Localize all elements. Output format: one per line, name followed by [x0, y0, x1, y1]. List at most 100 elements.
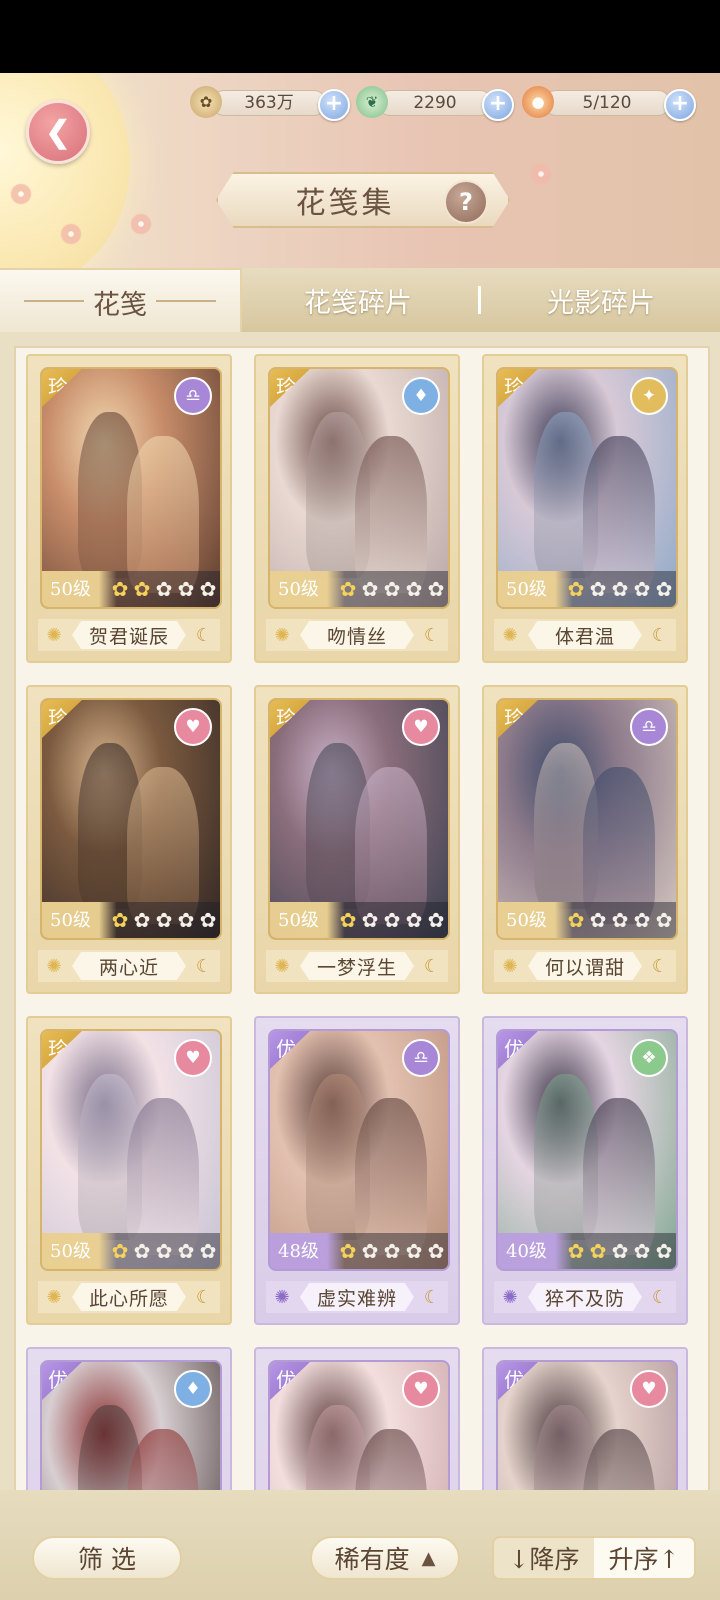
star-empty-icon: ✿	[383, 908, 401, 932]
back-button[interactable]: ❮	[26, 100, 90, 164]
card-grid: 珍 ♎ 50级 ✿ ✿ ✿ ✿ ✿ ✺ 贺君诞辰 ☾ 珍 ♦ 50级 ✿ ✿ ✿ ✿ ✿ ✺ 吻…	[14, 346, 710, 1494]
add-jade-button[interactable]: +	[482, 89, 514, 121]
card-item[interactable]: 珍 ♥ 50级 ✿ ✿ ✿ ✿ ✿ ✺ 此心所愿 ☾	[26, 1016, 232, 1325]
figure-silhouette	[355, 1428, 427, 1494]
card-level: 50级	[506, 910, 547, 931]
attribute-badge-icon: ♎	[630, 708, 668, 746]
rarity-tag: 优	[498, 1362, 538, 1400]
star-empty-icon: ✿	[427, 577, 445, 601]
star-empty-icon: ✿	[427, 1239, 445, 1263]
attribute-badge-icon: ♥	[630, 1370, 668, 1408]
sun-icon: ✺	[46, 624, 62, 646]
star-empty-icon: ✿	[177, 908, 195, 932]
rarity-tag: 优	[270, 1362, 310, 1400]
coin-counter: 363万	[212, 90, 326, 116]
moon-icon: ☾	[195, 1286, 213, 1308]
status-bar	[0, 0, 720, 73]
card-item[interactable]: 优 ♥	[254, 1347, 460, 1494]
card-item[interactable]: 珍 ✦ 50级 ✿ ✿ ✿ ✿ ✿ ✺ 体君温 ☾	[482, 354, 688, 663]
card-panel: 珍 ♎ 50级 ✿ ✿ ✿ ✿ ✿ ✺ 贺君诞辰 ☾ 珍 ♦ 50级 ✿ ✿ ✿ ✿ ✿ ✺ 吻…	[0, 332, 720, 1494]
star-lit-icon: ✿	[339, 577, 357, 601]
jade-counter: 2290	[378, 90, 492, 116]
card-level: 50级	[278, 579, 319, 600]
card-art: 珍 ✦ 50级 ✿ ✿ ✿ ✿ ✿	[496, 367, 678, 609]
help-button[interactable]: ?	[444, 180, 488, 224]
mooncake-icon: ●	[522, 86, 554, 118]
card-item[interactable]: 优 ♥	[482, 1347, 688, 1494]
star-empty-icon: ✿	[133, 908, 151, 932]
rarity-sort-button[interactable]: 稀有度 ▲	[310, 1536, 460, 1580]
blossom-decoration	[530, 163, 552, 185]
star-empty-icon: ✿	[633, 577, 651, 601]
card-name-row: ✺ 此心所愿 ☾	[38, 1281, 220, 1313]
star-empty-icon: ✿	[177, 1239, 195, 1263]
star-empty-icon: ✿	[361, 1239, 379, 1263]
paw-coin-icon: ✿	[190, 86, 222, 118]
card-art: 优 ❖ 40级 ✿ ✿ ✿ ✿ ✿	[496, 1029, 678, 1271]
star-rating: ✿ ✿ ✿ ✿ ✿	[338, 1239, 446, 1263]
card-name-row: ✺ 吻情丝 ☾	[266, 619, 448, 651]
card-item[interactable]: 珍 ♥ 50级 ✿ ✿ ✿ ✿ ✿ ✺ 一梦浮生 ☾	[254, 685, 460, 994]
add-coin-button[interactable]: +	[318, 89, 350, 121]
card-art: 珍 ♦ 50级 ✿ ✿ ✿ ✿ ✿	[268, 367, 450, 609]
card-level: 50级	[506, 579, 547, 600]
level-bar: 50级 ✿ ✿ ✿ ✿ ✿	[270, 902, 448, 938]
level-bar: 50级 ✿ ✿ ✿ ✿ ✿	[42, 571, 220, 607]
star-empty-icon: ✿	[405, 1239, 423, 1263]
attribute-badge-icon: ✦	[630, 377, 668, 415]
card-item[interactable]: 优 ❖ 40级 ✿ ✿ ✿ ✿ ✿ ✺ 猝不及防 ☾	[482, 1016, 688, 1325]
rarity-tag: 珍	[42, 700, 82, 738]
sun-icon: ✺	[502, 624, 518, 646]
card-name-row: ✺ 何以谓甜 ☾	[494, 950, 676, 982]
rarity-tag: 优	[498, 1031, 538, 1069]
add-stamina-button[interactable]: +	[664, 89, 696, 121]
card-level: 50级	[50, 579, 91, 600]
card-level: 40级	[506, 1241, 547, 1262]
star-lit-icon: ✿	[111, 1239, 129, 1263]
level-bar: 40级 ✿ ✿ ✿ ✿ ✿	[498, 1233, 676, 1269]
card-name: 体君温	[528, 621, 642, 649]
figure-silhouette	[583, 1428, 655, 1494]
star-empty-icon: ✿	[383, 1239, 401, 1263]
card-name-row: ✺ 猝不及防 ☾	[494, 1281, 676, 1313]
star-lit-icon: ✿	[567, 1239, 585, 1263]
page-title: 花笺集	[295, 186, 395, 221]
tab-light-fragments[interactable]: 光影碎片	[482, 268, 720, 332]
tab-card-fragments[interactable]: 花笺碎片	[240, 268, 476, 332]
star-lit-icon: ✿	[339, 1239, 357, 1263]
attribute-badge-icon: ♥	[174, 708, 212, 746]
card-level: 50级	[50, 1241, 91, 1262]
filter-button[interactable]: 筛 选	[32, 1536, 182, 1580]
card-level: 48级	[278, 1241, 319, 1262]
ascending-button[interactable]: 升序↑	[594, 1538, 694, 1578]
star-lit-icon: ✿	[111, 577, 129, 601]
card-item[interactable]: 珍 ♥ 50级 ✿ ✿ ✿ ✿ ✿ ✺ 两心近 ☾	[26, 685, 232, 994]
star-empty-icon: ✿	[611, 1239, 629, 1263]
star-empty-icon: ✿	[361, 908, 379, 932]
sun-icon: ✺	[46, 1286, 62, 1308]
figure-silhouette	[355, 766, 427, 924]
star-empty-icon: ✿	[199, 1239, 217, 1263]
blossom-decoration	[130, 213, 152, 235]
card-art: 优 ♦	[40, 1360, 222, 1494]
star-empty-icon: ✿	[655, 577, 673, 601]
tab-cards[interactable]: 花笺	[0, 268, 242, 334]
descending-button[interactable]: ↓降序	[494, 1538, 594, 1578]
tab-label: 花笺	[93, 289, 147, 321]
star-rating: ✿ ✿ ✿ ✿ ✿	[338, 577, 446, 601]
star-empty-icon: ✿	[155, 577, 173, 601]
card-item[interactable]: 优 ♦	[26, 1347, 232, 1494]
star-rating: ✿ ✿ ✿ ✿ ✿	[338, 908, 446, 932]
star-empty-icon: ✿	[199, 908, 217, 932]
card-item[interactable]: 珍 ♎ 50级 ✿ ✿ ✿ ✿ ✿ ✺ 贺君诞辰 ☾	[26, 354, 232, 663]
card-item[interactable]: 优 ♎ 48级 ✿ ✿ ✿ ✿ ✿ ✺ 虚实难辨 ☾	[254, 1016, 460, 1325]
attribute-badge-icon: ❖	[630, 1039, 668, 1077]
card-item[interactable]: 珍 ♎ 50级 ✿ ✿ ✿ ✿ ✿ ✺ 何以谓甜 ☾	[482, 685, 688, 994]
triangle-up-icon: ▲	[421, 1547, 436, 1569]
card-item[interactable]: 珍 ♦ 50级 ✿ ✿ ✿ ✿ ✿ ✺ 吻情丝 ☾	[254, 354, 460, 663]
figure-silhouette	[355, 1097, 427, 1255]
card-name-row: ✺ 贺君诞辰 ☾	[38, 619, 220, 651]
star-empty-icon: ✿	[427, 908, 445, 932]
figure-silhouette	[583, 435, 655, 593]
figure-silhouette	[127, 766, 199, 924]
